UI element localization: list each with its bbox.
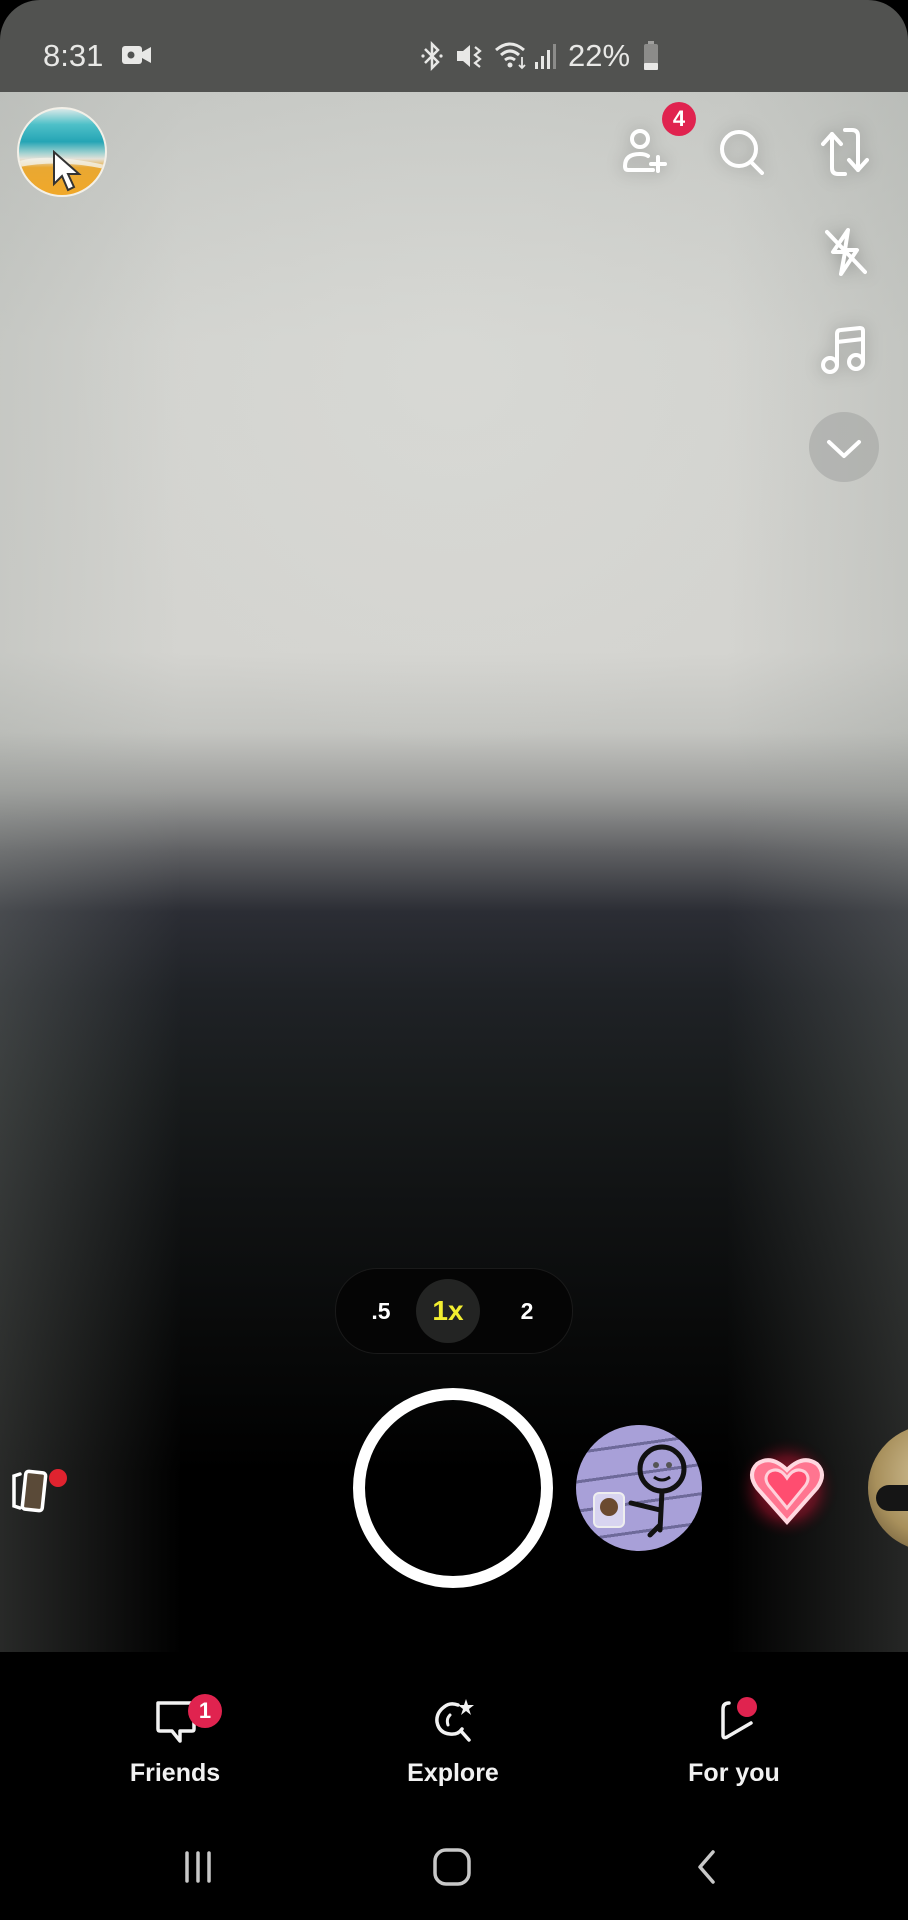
zoom-option-1x[interactable]: 1x bbox=[416, 1279, 480, 1343]
zoom-selector: .5 1x 2 bbox=[335, 1268, 573, 1354]
nav-friends[interactable]: Friends bbox=[85, 1695, 265, 1795]
music-icon bbox=[821, 325, 865, 374]
status-bar: 8:31 22% bbox=[0, 0, 908, 92]
more-tools-button[interactable] bbox=[809, 412, 879, 482]
back-button[interactable] bbox=[677, 1840, 737, 1894]
add-friend-button[interactable] bbox=[613, 122, 673, 182]
vibrate-mute-icon bbox=[455, 41, 485, 71]
flash-off-icon bbox=[825, 228, 867, 276]
back-icon bbox=[698, 1850, 715, 1884]
home-icon bbox=[433, 1848, 471, 1886]
friends-badge: 1 bbox=[188, 1694, 222, 1728]
lens-face-caption bbox=[876, 1485, 908, 1511]
search-button[interactable] bbox=[712, 122, 772, 182]
zoom-option-2x[interactable]: 2 bbox=[492, 1269, 562, 1353]
nav-for-you[interactable]: For you bbox=[644, 1695, 824, 1795]
stick-figure-lens-icon bbox=[593, 1444, 687, 1538]
video-record-icon bbox=[122, 44, 152, 66]
flip-camera-button[interactable] bbox=[815, 122, 875, 182]
add-friend-icon bbox=[622, 129, 667, 173]
battery-icon bbox=[643, 41, 659, 71]
explore-icon bbox=[435, 1699, 474, 1742]
spotlight-icon bbox=[721, 1697, 757, 1740]
bluetooth-icon bbox=[421, 40, 443, 72]
recents-button[interactable] bbox=[168, 1840, 228, 1894]
nav-explore-label: Explore bbox=[407, 1759, 499, 1787]
chevron-down-icon bbox=[827, 440, 861, 458]
flip-camera-icon bbox=[821, 128, 869, 176]
memories-button[interactable] bbox=[10, 1466, 70, 1516]
signal-icon bbox=[534, 42, 558, 70]
battery-percent: 22% bbox=[568, 38, 631, 73]
nav-friends-label: Friends bbox=[129, 1759, 221, 1787]
neon-heart-lens-icon bbox=[735, 1436, 839, 1540]
recents-icon bbox=[185, 1851, 211, 1883]
wifi-icon bbox=[494, 40, 530, 72]
lens-neon-heart[interactable] bbox=[735, 1436, 839, 1540]
add-friend-badge: 4 bbox=[662, 102, 696, 136]
music-button[interactable] bbox=[815, 320, 875, 380]
search-icon bbox=[720, 130, 764, 175]
nav-for-you-label: For you bbox=[688, 1759, 780, 1787]
lens-stick-figure[interactable] bbox=[576, 1425, 702, 1551]
nav-explore[interactable]: Explore bbox=[363, 1695, 543, 1795]
memories-icon bbox=[12, 1469, 67, 1513]
zoom-option-half[interactable]: .5 bbox=[346, 1269, 416, 1353]
status-time: 8:31 bbox=[43, 38, 104, 73]
capture-button[interactable] bbox=[353, 1388, 553, 1588]
home-button[interactable] bbox=[422, 1840, 482, 1894]
mouse-cursor-icon bbox=[52, 149, 82, 194]
flash-toggle-button[interactable] bbox=[815, 222, 875, 282]
